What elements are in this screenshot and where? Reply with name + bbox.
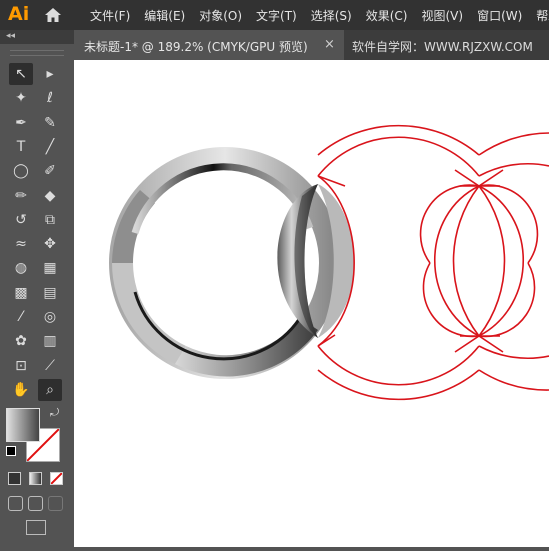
panel-grip[interactable]	[10, 50, 64, 56]
close-tab-icon[interactable]: ×	[324, 37, 335, 52]
menu-view[interactable]: 视图(V)	[421, 7, 463, 24]
ellipse-tool-icon[interactable]: ◯	[9, 160, 33, 182]
eyedropper-tool-icon[interactable]: ⁄	[9, 306, 33, 328]
slice-tool-icon[interactable]: ⟋	[38, 355, 62, 377]
tools-panel: ↖ ▸ ✦ ℓ ✒ ✎ T ╱ ◯ ✐ ✏ ◆ ↺ ⧉ ≈ ✥ ◍ ▦ ▩ ▤ ⁄ ◎ ✿ ▥ ⊡ ⟋ ✋ ⌕ ⤾	[0, 44, 74, 547]
zoom-tool-icon[interactable]: ⌕	[38, 378, 62, 401]
swap-colors-icon[interactable]: ⤾	[50, 406, 59, 420]
menu-select[interactable]: 选择(S)	[311, 7, 352, 24]
column-graph-tool-icon[interactable]: ▥	[38, 330, 62, 352]
line-tool-icon[interactable]: ╱	[38, 136, 62, 158]
fill-swatch[interactable]	[6, 408, 40, 442]
none-button[interactable]	[50, 472, 63, 485]
shape-builder-tool-icon[interactable]: ◍	[9, 257, 33, 279]
mesh-tool-icon[interactable]: ▩	[9, 282, 33, 304]
warp-tool-icon[interactable]: ≈	[9, 233, 33, 255]
menu-bar: Ai 文件(F) 编辑(E) 对象(O) 文字(T) 选择(S) 效果(C) 视…	[0, 0, 549, 30]
direct-selection-tool-icon[interactable]: ▸	[38, 63, 62, 85]
artwork	[109, 124, 549, 401]
menu-file[interactable]: 文件(F)	[90, 7, 130, 24]
menu-items: 文件(F) 编辑(E) 对象(O) 文字(T) 选择(S) 效果(C) 视图(V…	[90, 7, 549, 24]
draw-inside-icon[interactable]	[48, 496, 63, 511]
gradient-tool-icon[interactable]: ▤	[38, 282, 62, 304]
type-tool-icon[interactable]: T	[9, 136, 33, 158]
artboard-tool-icon[interactable]: ⊡	[9, 355, 33, 377]
document-tab[interactable]: 未标题-1* @ 189.2% (CMYK/GPU 预览) ×	[74, 30, 344, 60]
menu-edit[interactable]: 编辑(E)	[144, 7, 185, 24]
lasso-tool-icon[interactable]: ℓ	[38, 87, 62, 109]
shaper-tool-icon[interactable]: ✏	[9, 185, 33, 207]
hand-tool-icon[interactable]: ✋	[9, 379, 33, 401]
color-button[interactable]	[8, 472, 21, 485]
selection-tool-icon[interactable]: ↖	[9, 63, 33, 85]
blend-tool-icon[interactable]: ◎	[38, 306, 62, 328]
pen-tool-icon[interactable]: ✒	[9, 112, 33, 134]
menu-object[interactable]: 对象(O)	[199, 7, 242, 24]
magic-wand-tool-icon[interactable]: ✦	[9, 87, 33, 109]
puppet-warp-tool-icon[interactable]: ✥	[38, 233, 62, 255]
draw-behind-icon[interactable]	[28, 496, 43, 511]
default-colors-icon[interactable]	[6, 446, 16, 456]
color-mode-buttons	[8, 472, 63, 485]
document-tab-bar: 未标题-1* @ 189.2% (CMYK/GPU 预览) × 软件自学网：WW…	[74, 30, 549, 60]
menu-type[interactable]: 文字(T)	[256, 7, 297, 24]
paintbrush-tool-icon[interactable]: ✐	[38, 160, 62, 182]
draw-mode-buttons	[8, 496, 63, 511]
rotate-tool-icon[interactable]: ↺	[9, 209, 33, 231]
draw-normal-icon[interactable]	[8, 496, 23, 511]
menu-effect[interactable]: 效果(C)	[366, 7, 408, 24]
curvature-tool-icon[interactable]: ✎	[38, 112, 62, 134]
perspective-grid-tool-icon[interactable]: ▦	[38, 257, 62, 279]
eraser-tool-icon[interactable]: ◆	[38, 185, 62, 207]
menu-window[interactable]: 窗口(W)	[477, 7, 522, 24]
home-icon[interactable]	[44, 7, 62, 23]
scale-tool-icon[interactable]: ⧉	[38, 209, 62, 231]
gradient-button[interactable]	[29, 472, 42, 485]
app-logo: Ai	[8, 3, 30, 25]
symbol-sprayer-tool-icon[interactable]: ✿	[9, 330, 33, 352]
watermark-text: 软件自学网：WWW.RJZXW.COM	[352, 40, 533, 54]
metal-ring-bottom-segment	[175, 318, 318, 377]
collapse-panel-icon[interactable]: ◂◂	[6, 31, 15, 41]
canvas[interactable]	[74, 60, 549, 547]
screen-mode-icon[interactable]	[26, 520, 46, 535]
document-tab-title: 未标题-1* @ 189.2% (CMYK/GPU 预览)	[84, 40, 308, 54]
menu-help[interactable]: 帮助	[536, 7, 549, 24]
